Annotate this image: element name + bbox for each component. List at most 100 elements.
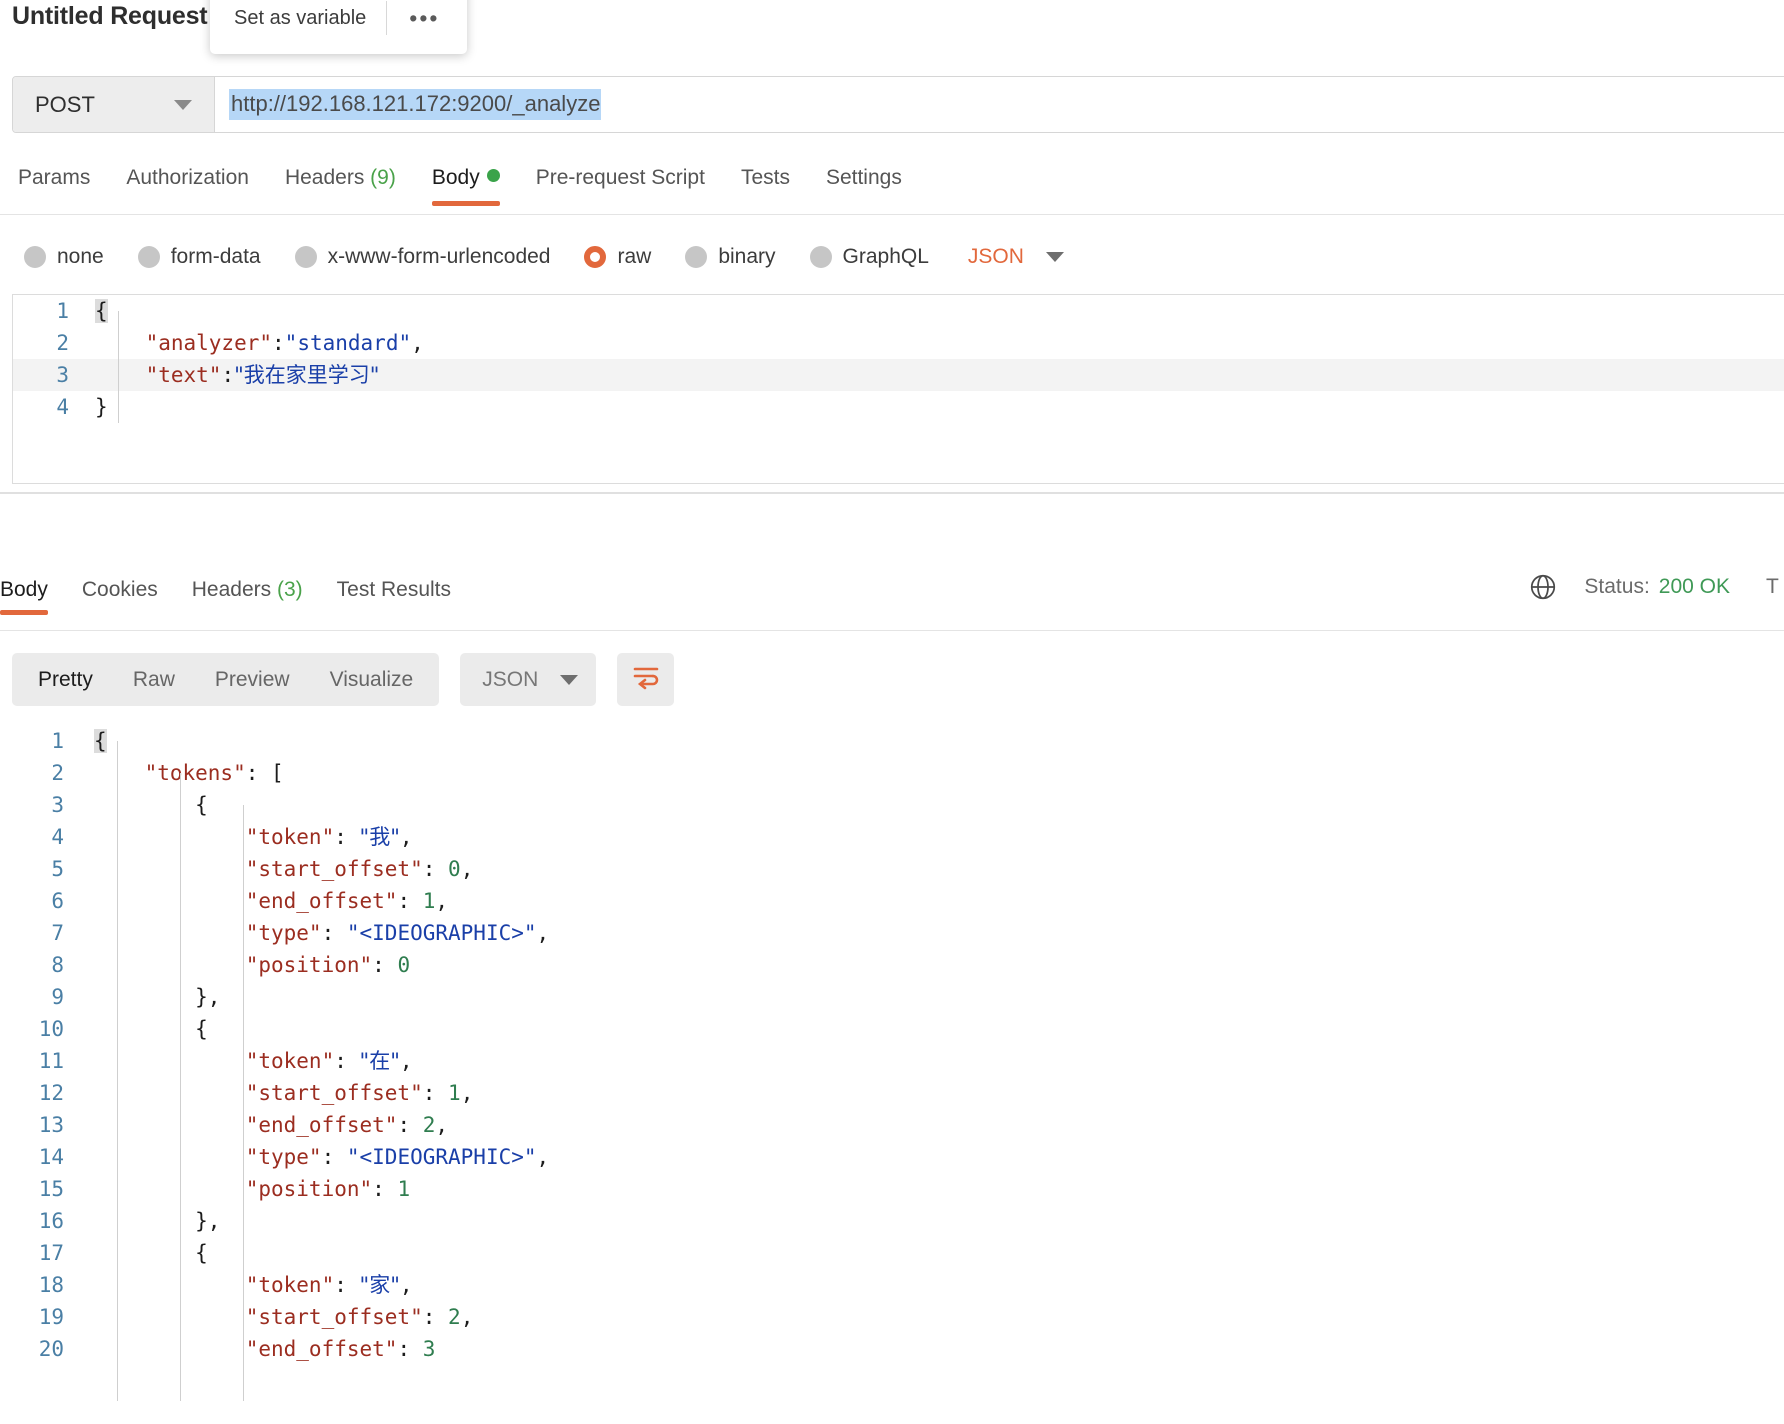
- code-line-text: }: [91, 391, 108, 423]
- set-as-variable-popover: Set as variable •••: [210, 0, 467, 54]
- code-token: "text": [145, 363, 222, 387]
- code-token: "position": [245, 1177, 373, 1201]
- code-token: "家": [359, 1273, 400, 1297]
- code-token: "<IDEOGRAPHIC>": [346, 921, 537, 945]
- code-token: "end_offset": [245, 1337, 398, 1361]
- code-token: :: [397, 1337, 423, 1361]
- code-line: 2 "tokens": [: [0, 757, 1784, 789]
- code-line-text: "end_offset": 2,: [90, 1109, 448, 1141]
- response-format-select[interactable]: JSON: [460, 653, 597, 706]
- request-tab-label: Tests: [740, 166, 790, 189]
- code-token: :: [372, 1177, 398, 1201]
- set-as-variable-button[interactable]: Set as variable: [210, 7, 386, 30]
- line-number: 16: [38, 1209, 64, 1233]
- response-tab-count: (3): [271, 578, 303, 601]
- request-body-editor[interactable]: 1{2 "analyzer":"standard", 3 "text":"我在家里…: [12, 294, 1784, 484]
- chevron-down-icon: [1045, 252, 1064, 262]
- line-number: 3: [51, 793, 64, 817]
- request-tab-label: Params: [18, 166, 91, 189]
- code-token: ,: [435, 889, 449, 913]
- response-tab-headers[interactable]: Headers (3): [175, 578, 320, 602]
- code-line: 16 },: [0, 1205, 1784, 1237]
- request-tab-headers[interactable]: Headers (9): [267, 160, 414, 190]
- indent-guide: [117, 741, 118, 1401]
- url-input[interactable]: http://192.168.121.172:9200/_analyze: [215, 77, 1784, 132]
- request-tab-settings[interactable]: Settings: [808, 160, 920, 190]
- request-tab-label: Settings: [825, 166, 902, 189]
- view-mode-preview[interactable]: Preview: [195, 668, 310, 692]
- view-mode-raw[interactable]: Raw: [113, 668, 195, 692]
- request-format-label: JSON: [967, 245, 1024, 268]
- view-mode-visualize[interactable]: Visualize: [310, 668, 434, 692]
- request-format-select[interactable]: JSON: [946, 245, 1064, 269]
- code-line: 15 "position": 1: [0, 1173, 1784, 1205]
- request-tabs: Params Authorization Headers (9) Body Pre-re…: [0, 160, 1784, 216]
- radio-button-icon: [685, 246, 708, 268]
- code-token: ,: [435, 1113, 449, 1137]
- body-type-x-www-form-urlencoded[interactable]: x-www-form-urlencoded: [278, 245, 568, 269]
- code-line: 18 "token": "家",: [0, 1269, 1784, 1301]
- code-line-text: "start_offset": 1,: [90, 1077, 474, 1109]
- code-token: "start_offset": [245, 857, 423, 881]
- code-line: 6 "end_offset": 1,: [0, 885, 1784, 917]
- http-method-select[interactable]: POST: [13, 77, 215, 132]
- code-line: 17 {: [0, 1237, 1784, 1269]
- line-number: 18: [38, 1273, 64, 1297]
- body-type-label: GraphQL: [842, 245, 929, 268]
- request-tab-pre-request-script[interactable]: Pre-request Script: [518, 160, 723, 190]
- view-mode-pretty[interactable]: Pretty: [18, 668, 113, 692]
- code-line: 2 "analyzer":"standard",: [13, 327, 1784, 359]
- code-line-text: "start_offset": 2,: [90, 1301, 474, 1333]
- code-token: "type": [245, 1145, 322, 1169]
- code-token: :: [397, 1113, 423, 1137]
- code-token: :: [334, 1273, 360, 1297]
- more-options-icon[interactable]: •••: [387, 7, 455, 30]
- code-token: {: [94, 729, 107, 753]
- code-line: 11 "token": "在",: [0, 1045, 1784, 1077]
- code-line-text: "token": "在",: [90, 1045, 413, 1077]
- code-token: "standard": [284, 331, 412, 355]
- body-type-label: none: [57, 245, 104, 268]
- request-tab-authorization[interactable]: Authorization: [108, 160, 267, 190]
- response-section-divider: [0, 492, 1784, 494]
- body-type-raw[interactable]: raw: [567, 245, 668, 269]
- code-token: "<IDEOGRAPHIC>": [346, 1145, 537, 1169]
- request-tab-tests[interactable]: Tests: [723, 160, 808, 190]
- radio-button-icon: [584, 246, 607, 268]
- code-line-text: "end_offset": 1,: [90, 885, 448, 917]
- line-number: 5: [51, 857, 64, 881]
- body-type-form-data[interactable]: form-data: [121, 245, 278, 269]
- code-token: "position": [245, 953, 373, 977]
- body-type-label: raw: [617, 245, 652, 268]
- response-tab-cookies[interactable]: Cookies: [65, 578, 175, 602]
- word-wrap-button[interactable]: [617, 653, 675, 706]
- url-bar: POST http://192.168.121.172:9200/_analyz…: [12, 76, 1784, 133]
- code-token: ,: [399, 1273, 413, 1297]
- request-tab-params[interactable]: Params: [0, 160, 108, 190]
- body-type-binary[interactable]: binary: [668, 245, 792, 269]
- code-token: "我在家里学习": [234, 363, 380, 387]
- code-line-text: "type": "<IDEOGRAPHIC>",: [90, 917, 549, 949]
- response-tab-test-results[interactable]: Test Results: [320, 578, 468, 602]
- body-type-none[interactable]: none: [0, 245, 121, 269]
- request-tab-count: (9): [364, 166, 396, 189]
- code-token: "token": [245, 1273, 335, 1297]
- code-line-text: {: [90, 1013, 208, 1045]
- request-tab-body[interactable]: Body: [414, 160, 518, 206]
- code-token: "analyzer": [145, 331, 273, 355]
- line-number: 2: [56, 331, 69, 355]
- response-body-editor[interactable]: 1{2 "tokens": [3 {4 "token": "我", 5 "star…: [0, 725, 1784, 1424]
- code-token: ,: [460, 1305, 474, 1329]
- line-number: 7: [51, 921, 64, 945]
- response-view-toolbar: Pretty Raw Preview Visualize JSON: [12, 653, 675, 706]
- line-number: 2: [51, 761, 64, 785]
- code-token: :: [422, 1081, 449, 1105]
- code-line-text: "text":"我在家里学习": [91, 359, 380, 391]
- line-number: 20: [38, 1337, 64, 1361]
- code-line: 5 "start_offset": 0,: [0, 853, 1784, 885]
- code-token: ,: [460, 1081, 474, 1105]
- body-type-graphql[interactable]: GraphQL: [793, 245, 946, 269]
- code-token: {: [94, 1017, 208, 1041]
- response-tab-body[interactable]: Body: [0, 578, 65, 615]
- code-token: "tokens": [144, 761, 246, 785]
